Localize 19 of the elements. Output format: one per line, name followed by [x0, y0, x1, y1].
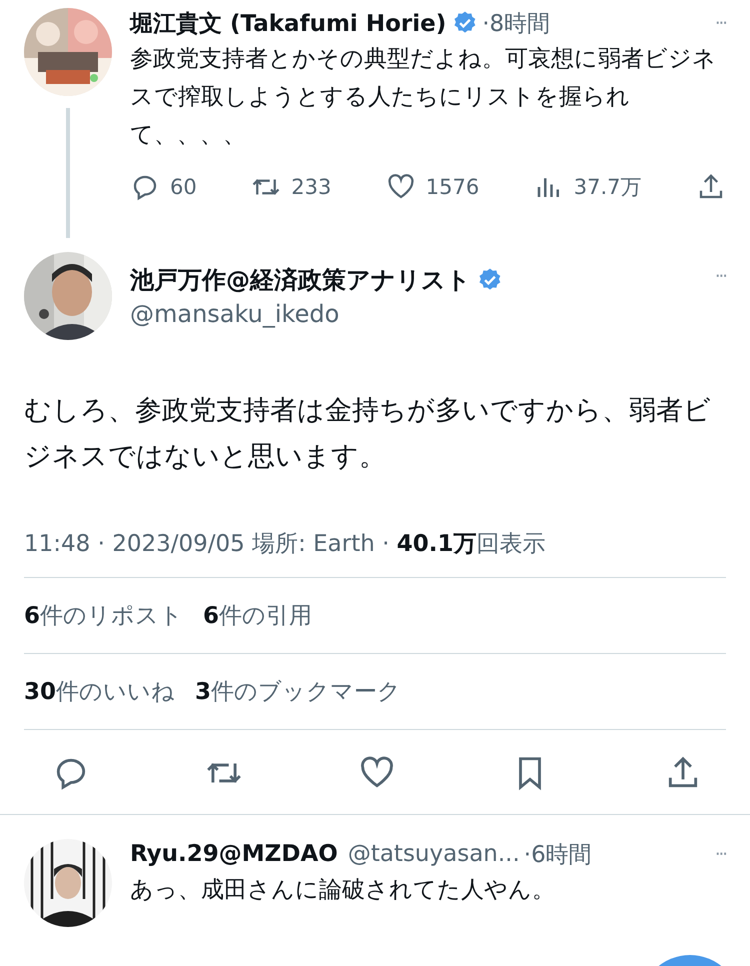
tweet-text: 参政党支持者とかその典型だよね。可哀想に弱者ビジネスで搾取しようとする人たちにリストを握られて、、、、 [130, 45, 717, 150]
author-name[interactable]: 池戸万作@経済政策アナリスト [130, 264, 471, 296]
author-name[interactable]: 堀江貴文 (Takafumi Horie) [130, 8, 446, 38]
author-name[interactable]: Ryu.29@MZDAO [130, 841, 338, 867]
engagement-stat[interactable]: 30件のいいね [24, 676, 176, 707]
tweet-text: あっ、成田さんに論破されてた人やん。 [130, 876, 556, 905]
tweet-text: むしろ、参政党支持者は金持ちが多いですから、弱者ビジネスではないと思います。 [24, 394, 712, 474]
author-handle[interactable]: @mansaku_ikedo [130, 300, 503, 328]
timestamp: ·8時間 [482, 10, 550, 38]
author-handle[interactable]: @tatsuyasan... [348, 841, 520, 867]
tweet-metadata: 11:48 · 2023/09/05 場所: Earth · 40.1万回表示 [24, 528, 726, 578]
action-count: 1576 [426, 175, 480, 199]
timestamp: ·6時間 [524, 840, 592, 870]
engagement-stat[interactable]: 3件のブックマーク [195, 676, 402, 707]
engagement-stat[interactable]: 6件の引用 [203, 600, 312, 631]
action-count: 37.7万 [574, 174, 642, 201]
action-count: 60 [170, 175, 197, 199]
engagement-stat[interactable]: 6件のリポスト [24, 600, 184, 631]
action-count: 233 [291, 175, 332, 199]
